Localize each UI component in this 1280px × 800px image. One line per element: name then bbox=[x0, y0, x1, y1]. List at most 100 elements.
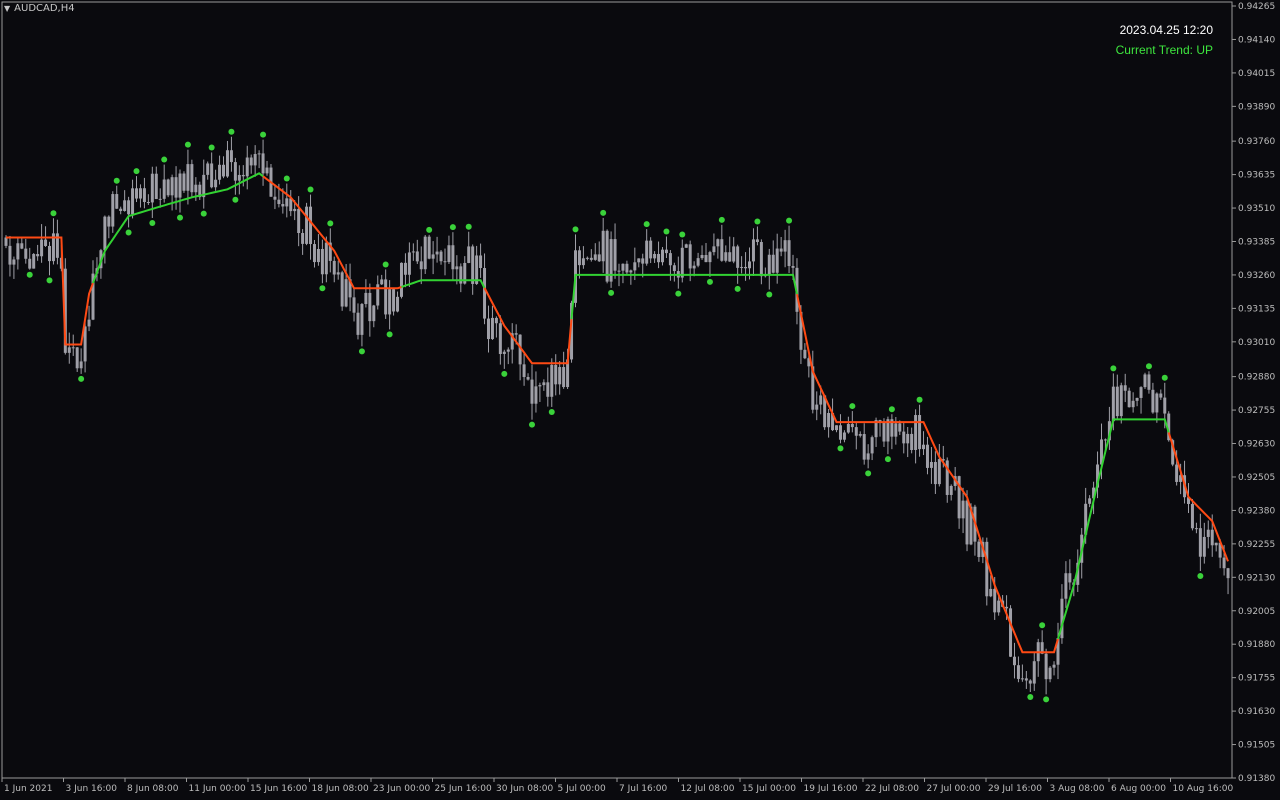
candle-body bbox=[922, 444, 926, 450]
symbol-label[interactable]: ▼ AUDCAD,H4 bbox=[4, 3, 75, 14]
candle-body bbox=[182, 173, 186, 191]
price-tick-label: 0.92630 bbox=[1238, 440, 1275, 450]
candle-body bbox=[249, 157, 253, 166]
swing-high-dot bbox=[228, 128, 235, 135]
candle-body bbox=[1131, 400, 1135, 408]
price-tick-label: 0.94265 bbox=[1238, 2, 1275, 12]
price-tick-label: 0.94140 bbox=[1238, 35, 1275, 45]
candle-body bbox=[882, 421, 886, 442]
candle-body bbox=[526, 377, 530, 380]
price-tick-label: 0.93890 bbox=[1238, 102, 1275, 112]
candle-body bbox=[194, 184, 198, 193]
candle-body bbox=[1135, 397, 1139, 401]
candle-body bbox=[340, 272, 344, 307]
candle-body bbox=[862, 434, 866, 460]
candle-body bbox=[736, 246, 740, 268]
candle-body bbox=[384, 279, 388, 315]
candle-body bbox=[1139, 387, 1143, 398]
candle-body bbox=[835, 425, 839, 431]
dropdown-arrow-icon[interactable]: ▼ bbox=[4, 4, 10, 13]
candle-body bbox=[146, 202, 150, 204]
time-tick-label: 5 Jul 00:00 bbox=[558, 784, 607, 794]
candle-body bbox=[684, 244, 688, 248]
candle-body bbox=[293, 208, 297, 212]
price-tick-label: 0.93260 bbox=[1238, 271, 1275, 281]
swing-high-dot bbox=[679, 231, 686, 238]
time-tick-label: 12 Jul 08:00 bbox=[681, 784, 735, 794]
swing-high-dot bbox=[888, 406, 895, 413]
candle-body bbox=[625, 263, 629, 273]
candle-body bbox=[997, 600, 1001, 613]
candle-body bbox=[1198, 528, 1202, 557]
candle-body bbox=[514, 333, 518, 335]
candle-body bbox=[657, 253, 661, 263]
candle-body bbox=[388, 289, 392, 315]
candle-body bbox=[4, 237, 8, 246]
candle-body bbox=[633, 262, 637, 271]
candle-body bbox=[791, 266, 795, 268]
candle-body bbox=[846, 423, 850, 433]
time-tick-label: 7 Jul 16:00 bbox=[619, 784, 668, 794]
candle-body bbox=[79, 361, 83, 369]
candle-body bbox=[1012, 656, 1016, 666]
candle-body bbox=[289, 198, 293, 212]
candle-body bbox=[115, 194, 119, 209]
candle-body bbox=[277, 199, 281, 205]
candle-body bbox=[344, 279, 348, 307]
candle-body bbox=[1020, 678, 1024, 680]
candle-body bbox=[494, 317, 498, 324]
candle-body bbox=[75, 347, 79, 369]
time-tick-label: 10 Aug 16:00 bbox=[1173, 784, 1234, 794]
candle-body bbox=[324, 242, 328, 275]
candle-body bbox=[435, 251, 439, 255]
candle-body bbox=[815, 404, 819, 410]
swing-high-dot bbox=[113, 177, 120, 184]
price-tick-label: 0.91630 bbox=[1238, 707, 1275, 717]
candle-body bbox=[601, 230, 605, 262]
time-tick-label: 23 Jun 00:00 bbox=[373, 784, 430, 794]
candle-body bbox=[783, 240, 787, 252]
time-axis: 1 Jun 2021 3 Jun 16:00 8 Jun 08:00 11 Jun 0… bbox=[1, 778, 1234, 794]
candle-body bbox=[870, 437, 874, 454]
swing-high-dot bbox=[449, 224, 456, 231]
candle-body bbox=[1016, 665, 1020, 679]
candle-body bbox=[538, 385, 542, 387]
price-chart[interactable]: 0.94265 0.94140 0.94015 0.93890 0.93760 0.936… bbox=[0, 0, 1280, 800]
price-tick-label: 0.91380 bbox=[1238, 774, 1275, 784]
candle-body bbox=[479, 255, 483, 269]
candle-body bbox=[744, 266, 748, 269]
price-tick-label: 0.93010 bbox=[1238, 338, 1275, 348]
candle-body bbox=[613, 239, 617, 271]
candle-body bbox=[925, 444, 929, 468]
candle-body bbox=[918, 415, 922, 450]
candle-body bbox=[779, 248, 783, 252]
swing-low-dot bbox=[501, 370, 508, 377]
candle-body bbox=[360, 304, 364, 335]
swing-high-dot bbox=[600, 209, 607, 216]
candle-body bbox=[929, 461, 933, 468]
candle-body bbox=[297, 208, 301, 234]
candle-body bbox=[696, 258, 700, 266]
candle-body bbox=[131, 188, 135, 215]
price-tick-label: 0.92380 bbox=[1238, 506, 1275, 516]
candle-body bbox=[498, 323, 502, 354]
price-tick-label: 0.92005 bbox=[1238, 607, 1275, 617]
candle-body bbox=[898, 423, 902, 432]
candle-body bbox=[1206, 529, 1210, 537]
candle-body bbox=[380, 279, 384, 285]
candle-body bbox=[581, 258, 585, 266]
swing-high-dot bbox=[260, 131, 267, 138]
swing-high-dot bbox=[1161, 374, 1168, 381]
candle-body bbox=[732, 246, 736, 262]
candle-body bbox=[407, 252, 411, 275]
candle-body bbox=[352, 297, 356, 313]
candle-body bbox=[309, 206, 313, 245]
candle-body bbox=[265, 167, 269, 174]
candle-body bbox=[316, 248, 320, 263]
candle-body bbox=[372, 305, 376, 322]
candle-body bbox=[225, 150, 229, 177]
candle-body bbox=[490, 317, 494, 340]
candle-body bbox=[914, 415, 918, 451]
candle-body bbox=[803, 349, 807, 359]
candle-body bbox=[12, 259, 16, 265]
